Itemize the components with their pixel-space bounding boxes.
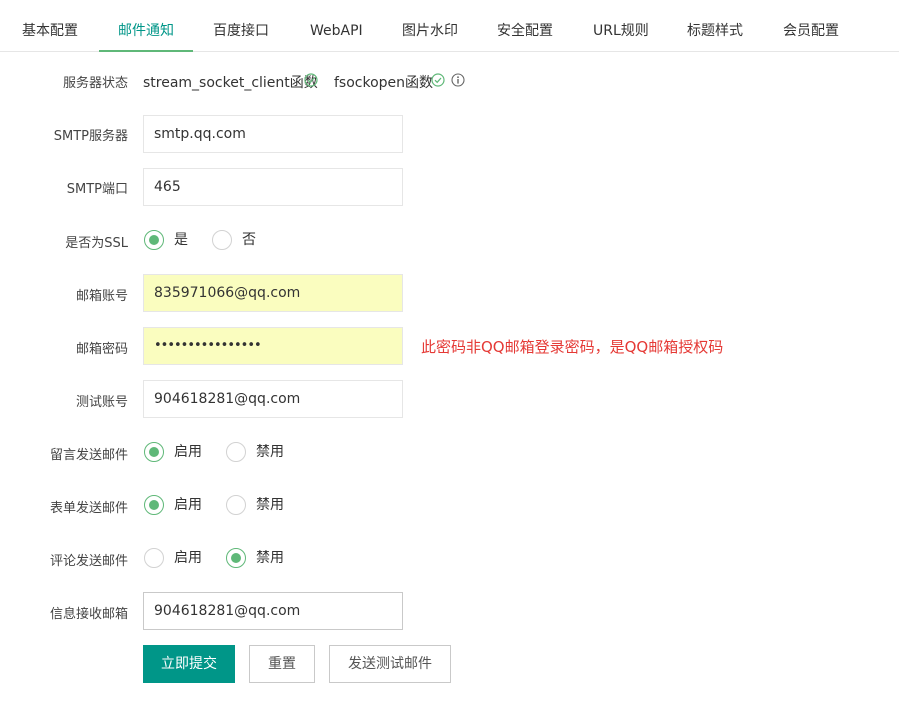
check-circle-icon <box>304 73 318 87</box>
tab-webapi[interactable]: WebAPI <box>310 0 363 52</box>
tab-baidu-api[interactable]: 百度接口 <box>213 0 269 52</box>
radio-checked-icon <box>144 230 164 250</box>
comment-mail-enable-radio[interactable]: 启用 <box>144 548 214 570</box>
status-stream-socket: stream_socket_client函数 <box>143 75 318 91</box>
ssl-yes-label: 是 <box>174 232 188 248</box>
send-test-mail-button[interactable]: 发送测试邮件 <box>329 645 451 683</box>
status-fsockopen: fsockopen函数 <box>334 75 434 91</box>
message-mail-enable-radio[interactable]: 启用 <box>144 442 214 464</box>
comment-mail-enable-label: 启用 <box>174 550 202 566</box>
smtp-server-input[interactable]: smtp.qq.com <box>143 115 403 153</box>
message-mail-disable-label: 禁用 <box>256 444 284 460</box>
tab-title-style[interactable]: 标题样式 <box>687 0 743 52</box>
tab-url-rules[interactable]: URL规则 <box>593 0 649 52</box>
radio-checked-icon <box>144 495 164 515</box>
radio-checked-icon <box>144 442 164 462</box>
test-account-label: 测试账号 <box>75 395 128 410</box>
form-mail-disable-label: 禁用 <box>256 497 284 513</box>
ssl-no-radio[interactable]: 否 <box>212 230 272 252</box>
message-mail-disable-radio[interactable]: 禁用 <box>226 442 296 464</box>
receive-mail-label: 信息接收邮箱 <box>49 607 128 622</box>
radio-unchecked-icon <box>212 230 232 250</box>
smtp-server-label: SMTP服务器 <box>53 129 128 144</box>
receive-mail-input[interactable]: 904618281@qq.com <box>143 592 403 630</box>
form-mail-enable-radio[interactable]: 启用 <box>144 495 214 517</box>
reset-button[interactable]: 重置 <box>249 645 315 683</box>
radio-unchecked-icon <box>226 495 246 515</box>
tab-basic-config[interactable]: 基本配置 <box>22 0 78 52</box>
mail-password-label: 邮箱密码 <box>75 342 128 357</box>
tab-security-config[interactable]: 安全配置 <box>497 0 553 52</box>
radio-checked-icon <box>226 548 246 568</box>
tab-bar: 基本配置 邮件通知 百度接口 WebAPI 图片水印 安全配置 URL规则 标题… <box>0 0 899 52</box>
ssl-label: 是否为SSL <box>65 236 128 251</box>
tab-image-watermark[interactable]: 图片水印 <box>402 0 458 52</box>
comment-mail-disable-label: 禁用 <box>256 550 284 566</box>
tab-member-config[interactable]: 会员配置 <box>783 0 839 52</box>
ssl-no-label: 否 <box>242 232 256 248</box>
smtp-port-label: SMTP端口 <box>66 182 128 197</box>
ssl-yes-radio[interactable]: 是 <box>144 230 204 252</box>
server-status-label: 服务器状态 <box>62 76 128 91</box>
form-mail-enable-label: 启用 <box>174 497 202 513</box>
info-icon[interactable] <box>451 73 465 87</box>
message-mail-label: 留言发送邮件 <box>49 448 128 463</box>
comment-mail-label: 评论发送邮件 <box>49 554 128 569</box>
message-mail-enable-label: 启用 <box>174 444 202 460</box>
smtp-port-input[interactable]: 465 <box>143 168 403 206</box>
radio-unchecked-icon <box>144 548 164 568</box>
mail-account-label: 邮箱账号 <box>75 289 128 304</box>
submit-button[interactable]: 立即提交 <box>143 645 235 683</box>
mail-password-input[interactable]: •••••••••••••••• <box>143 327 403 365</box>
password-hint: 此密码非QQ邮箱登录密码，是QQ邮箱授权码 <box>421 338 724 356</box>
tab-mail-notify[interactable]: 邮件通知 <box>99 0 193 52</box>
comment-mail-disable-radio[interactable]: 禁用 <box>226 548 296 570</box>
check-circle-icon <box>431 73 445 87</box>
radio-unchecked-icon <box>226 442 246 462</box>
test-account-input[interactable]: 904618281@qq.com <box>143 380 403 418</box>
mail-account-input[interactable]: 835971066@qq.com <box>143 274 403 312</box>
form-mail-label: 表单发送邮件 <box>49 501 128 516</box>
form-mail-disable-radio[interactable]: 禁用 <box>226 495 296 517</box>
